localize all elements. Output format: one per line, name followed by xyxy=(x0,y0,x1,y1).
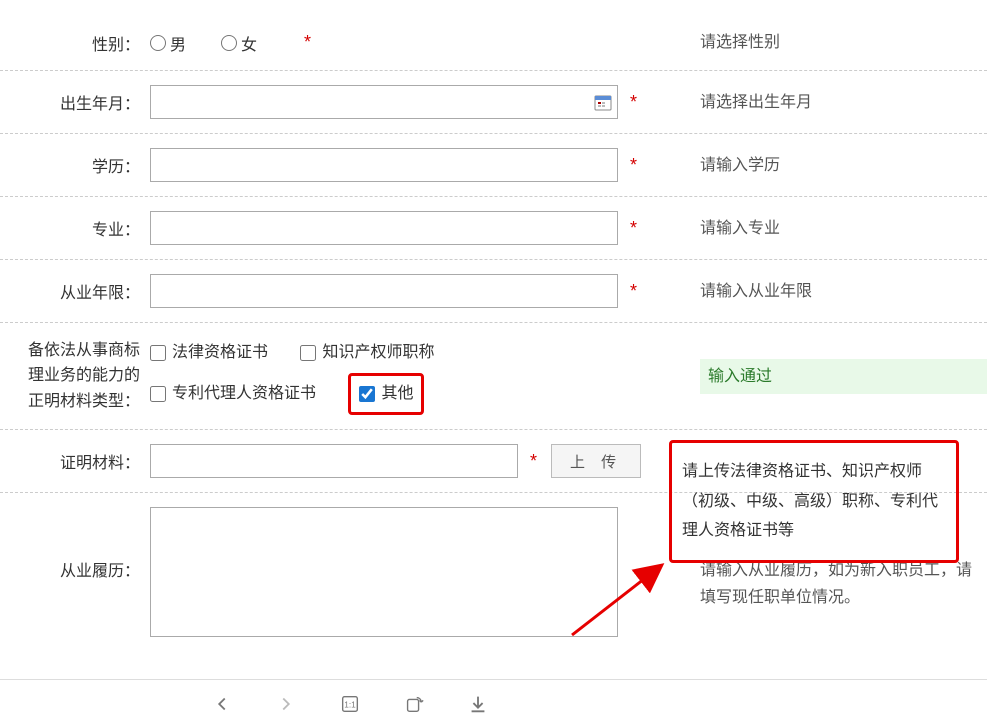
material-type-label-line1: 备依法从事商标 xyxy=(0,338,140,364)
proof-help-highlight: 请上传法律资格证书、知识产权师（初级、中级、高级）职称、专利代理人资格证书等 xyxy=(669,440,959,563)
required-mark: * xyxy=(630,155,637,176)
material-type-opt3-text: 专利代理人资格证书 xyxy=(172,378,316,410)
required-mark: * xyxy=(630,92,637,113)
gender-female-input[interactable] xyxy=(221,35,237,51)
material-type-help-wrap: 输入通过 xyxy=(650,359,987,394)
major-input[interactable] xyxy=(150,211,618,245)
material-type-help: 输入通过 xyxy=(700,359,987,394)
material-type-field: 法律资格证书 知识产权师职称 专利代理人资格证书 其他 xyxy=(150,337,650,415)
svg-text:1:1: 1:1 xyxy=(344,700,356,709)
education-input[interactable] xyxy=(150,148,618,182)
education-help: 请输入学历 xyxy=(650,152,987,179)
material-type-opt1-text: 法律资格证书 xyxy=(172,337,268,369)
required-mark: * xyxy=(630,281,637,302)
gender-male-text: 男 xyxy=(170,31,186,55)
gender-male-input[interactable] xyxy=(150,35,166,51)
years-label: 从业年限： xyxy=(0,279,150,303)
education-field: * xyxy=(150,148,650,182)
material-type-opt4-checkbox[interactable] xyxy=(359,386,375,402)
calendar-icon[interactable] xyxy=(594,93,612,111)
material-type-opt2-text: 知识产权师职称 xyxy=(322,337,434,369)
material-type-opt4[interactable]: 其他 xyxy=(359,378,413,410)
career-textarea[interactable] xyxy=(150,507,618,637)
rotate-icon[interactable] xyxy=(402,692,426,716)
birthdate-field: * xyxy=(150,85,650,119)
back-icon[interactable] xyxy=(210,692,234,716)
required-mark: * xyxy=(530,451,537,472)
birthdate-input[interactable] xyxy=(150,85,618,119)
row-education: 学历： * 请输入学历 xyxy=(0,134,987,197)
birthdate-label: 出生年月： xyxy=(0,90,150,114)
gender-female-radio[interactable]: 女 xyxy=(221,31,257,55)
upload-button[interactable]: 上 传 xyxy=(551,444,641,478)
proof-label: 证明材料： xyxy=(0,449,150,473)
material-type-opt4-highlight: 其他 xyxy=(348,373,424,415)
gender-field: 男 女 * xyxy=(150,31,650,55)
birthdate-help: 请选择出生年月 xyxy=(650,89,987,116)
gender-male-radio[interactable]: 男 xyxy=(150,31,186,55)
proof-input[interactable] xyxy=(150,444,518,478)
material-type-opt1[interactable]: 法律资格证书 xyxy=(150,337,268,369)
material-type-opt3[interactable]: 专利代理人资格证书 xyxy=(150,378,316,410)
required-mark: * xyxy=(304,32,311,53)
gender-label: 性别： xyxy=(0,31,150,55)
bottom-toolbar: 1:1 xyxy=(0,679,987,727)
major-field: * xyxy=(150,211,650,245)
major-help: 请输入专业 xyxy=(650,215,987,242)
forward-icon[interactable] xyxy=(274,692,298,716)
download-icon[interactable] xyxy=(466,692,490,716)
actual-size-icon[interactable]: 1:1 xyxy=(338,692,362,716)
years-input[interactable] xyxy=(150,274,618,308)
gender-female-text: 女 xyxy=(241,31,257,55)
material-type-opt3-checkbox[interactable] xyxy=(150,386,166,402)
row-gender: 性别： 男 女 * 请选择性别 xyxy=(0,15,987,71)
row-material-type: 备依法从事商标 理业务的能力的 正明材料类型： 法律资格证书 知识产权师职称 专… xyxy=(0,323,987,430)
material-type-label-line3: 正明材料类型： xyxy=(0,389,140,415)
material-type-label: 备依法从事商标 理业务的能力的 正明材料类型： xyxy=(0,338,150,415)
years-field: * xyxy=(150,274,650,308)
row-years: 从业年限： * 请输入从业年限 xyxy=(0,260,987,323)
years-help: 请输入从业年限 xyxy=(650,278,987,305)
proof-field: * 上 传 xyxy=(150,444,650,478)
career-field xyxy=(150,507,650,637)
gender-help: 请选择性别 xyxy=(650,29,987,56)
material-type-opt4-text: 其他 xyxy=(381,378,413,410)
material-type-opt2-checkbox[interactable] xyxy=(300,345,316,361)
row-birthdate: 出生年月： * 请选择出生年月 xyxy=(0,71,987,134)
gender-radio-group: 男 女 * xyxy=(150,31,311,55)
career-label: 从业履历： xyxy=(0,507,150,581)
material-type-opt1-checkbox[interactable] xyxy=(150,345,166,361)
education-label: 学历： xyxy=(0,153,150,177)
major-label: 专业： xyxy=(0,216,150,240)
required-mark: * xyxy=(630,218,637,239)
material-type-opt2[interactable]: 知识产权师职称 xyxy=(300,337,434,369)
material-type-label-line2: 理业务的能力的 xyxy=(0,363,140,389)
row-major: 专业： * 请输入专业 xyxy=(0,197,987,260)
